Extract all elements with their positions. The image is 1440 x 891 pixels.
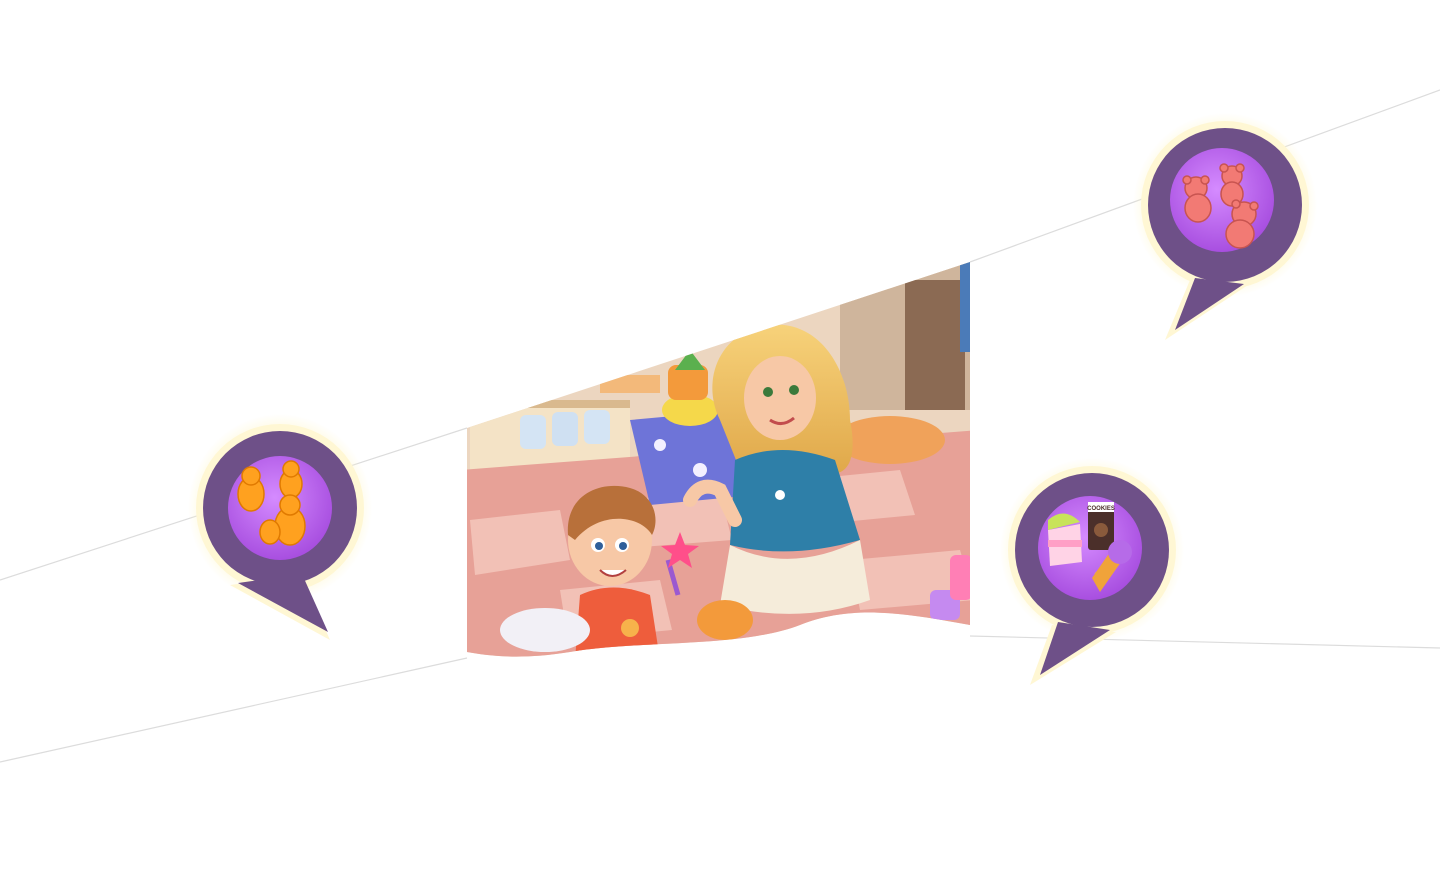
game-scene: COOKIES (0, 0, 1440, 891)
scene-canvas: COOKIES (0, 89, 1440, 763)
speech-bubble-teddy-bears[interactable] (1133, 113, 1317, 340)
illustration-panel (467, 262, 970, 657)
speech-bubble-gummy-bears[interactable] (188, 414, 372, 640)
snack-packet-label: COOKIES (1087, 506, 1115, 512)
speech-bubble-snacks[interactable]: COOKIES (1000, 458, 1184, 685)
